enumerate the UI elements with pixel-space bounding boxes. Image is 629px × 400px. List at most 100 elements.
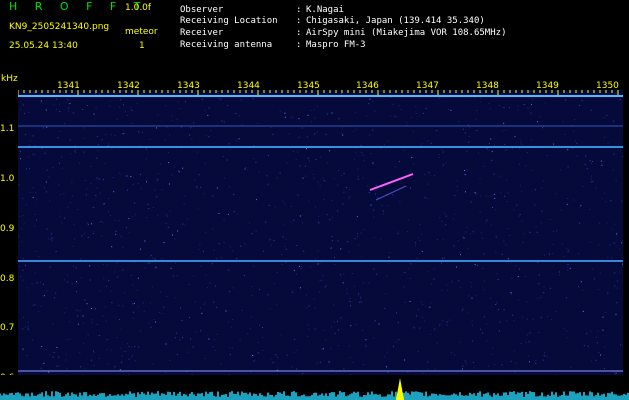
noise-dot (22, 269, 24, 271)
noise-dot (212, 346, 214, 348)
noise-dot (313, 298, 315, 300)
noise-dot (532, 99, 534, 101)
noise-dot (489, 108, 491, 110)
noise-dot (230, 326, 232, 328)
noise-dot (317, 181, 319, 183)
noise-dot (257, 122, 259, 124)
noise-dot (236, 140, 237, 142)
noise-dot (106, 349, 108, 351)
noise-dot (360, 144, 362, 146)
noise-dot (117, 276, 119, 278)
noise-dot (121, 361, 123, 363)
noise-dot (468, 295, 470, 297)
noise-dot (209, 282, 211, 284)
noise-dot (407, 268, 409, 270)
noise-dot (199, 244, 201, 246)
noise-dot (523, 104, 525, 105)
noise-dot (470, 201, 472, 203)
noise-dot (337, 240, 339, 242)
antenna-value: Maspro FM-3 (306, 40, 366, 50)
noise-dot (106, 264, 108, 266)
noise-dot (595, 336, 597, 338)
noise-dot (616, 280, 618, 282)
noise-dot (355, 128, 357, 130)
noise-dot (479, 178, 481, 180)
noise-dot (622, 156, 623, 157)
noise-dot (212, 195, 214, 197)
noise-dot (114, 219, 116, 221)
noise-dot (575, 140, 576, 142)
noise-dot (144, 240, 146, 242)
noise-dot (456, 186, 458, 187)
noise-dot (157, 214, 159, 216)
noise-dot (210, 130, 212, 132)
noise-dot (343, 173, 345, 174)
noise-dot (501, 253, 503, 255)
noise-dot (19, 151, 21, 153)
noise-dot (438, 156, 440, 158)
noise-dot (63, 193, 65, 195)
noise-dot (147, 203, 149, 205)
noise-dot (86, 188, 88, 190)
noise-dot (505, 244, 507, 246)
noise-dot (269, 308, 271, 310)
noise-dot (337, 210, 339, 212)
noise-dot (59, 103, 60, 105)
noise-dot (284, 116, 286, 118)
noise-dot (36, 282, 38, 284)
noise-dot (64, 312, 66, 314)
noise-dot (333, 304, 335, 306)
noise-dot (537, 261, 539, 263)
noise-dot (457, 190, 459, 192)
noise-dot (256, 199, 258, 201)
noise-dot (600, 160, 602, 162)
noise-dot (91, 319, 93, 321)
noise-dot (208, 136, 210, 138)
noise-dot (32, 304, 34, 306)
noise-dot (57, 365, 59, 367)
noise-dot (563, 256, 565, 258)
noise-dot (126, 227, 128, 229)
noise-dot (223, 242, 225, 243)
noise-dot (593, 278, 595, 280)
noise-dot (393, 346, 394, 348)
noise-dot (157, 114, 159, 116)
noise-dot (498, 105, 500, 107)
noise-dot (196, 187, 198, 189)
noise-dot (201, 98, 203, 100)
noise-dot (527, 107, 529, 109)
noise-dot (614, 223, 616, 225)
noise-dot (182, 167, 184, 169)
noise-dot (122, 90, 124, 92)
noise-dot (416, 257, 418, 259)
noise-dot (598, 244, 600, 246)
noise-dot (365, 346, 367, 348)
noise-dot (417, 350, 419, 352)
noise-dot (65, 359, 67, 361)
noise-dot (470, 286, 472, 288)
noise-dot (474, 97, 476, 99)
noise-dot (18, 236, 20, 238)
noise-dot (355, 324, 357, 326)
noise-dot (507, 258, 509, 260)
noise-dot (156, 180, 158, 182)
noise-dot (112, 177, 114, 178)
noise-dot (208, 338, 210, 340)
noise-dot (505, 179, 507, 181)
noise-dot (577, 253, 579, 255)
noise-dot (407, 371, 409, 373)
noise-dot (189, 134, 191, 136)
noise-dot (427, 271, 429, 273)
noise-dot (325, 284, 327, 286)
noise-dot (442, 151, 444, 153)
noise-dot (131, 122, 133, 124)
noise-dot (83, 342, 85, 344)
noise-dot (615, 180, 617, 182)
noise-dot (174, 166, 176, 168)
noise-dot (386, 366, 387, 368)
noise-dot (344, 191, 346, 193)
noise-dot (72, 245, 74, 247)
noise-dot (119, 172, 121, 174)
noise-dot (446, 321, 448, 323)
noise-dot (414, 245, 416, 247)
